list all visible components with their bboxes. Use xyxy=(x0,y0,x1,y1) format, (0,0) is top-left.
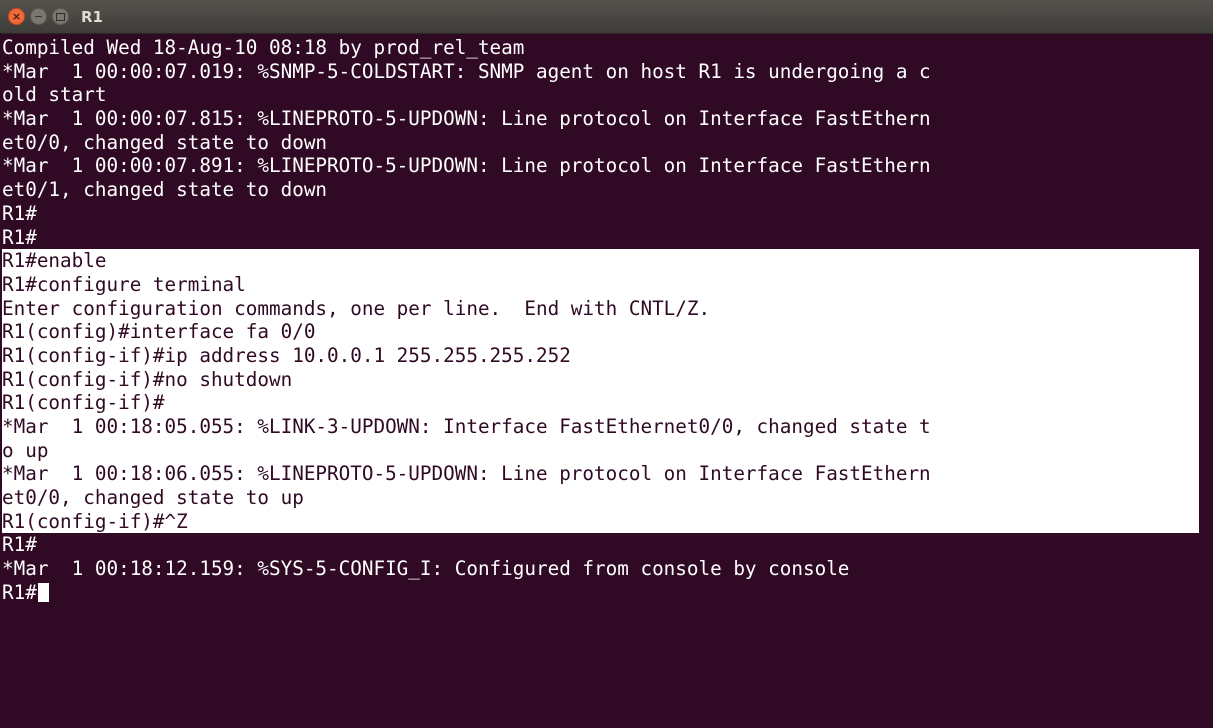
title-bar: × − R1 xyxy=(0,0,1213,34)
terminal-line: R1(config-if)#no shutdown xyxy=(2,367,293,391)
terminal-line: R1#configure terminal xyxy=(2,272,246,296)
selected-text-region[interactable]: R1#enable R1#configure terminal Enter conf… xyxy=(2,249,1199,534)
terminal-line: R1(config-if)#^Z xyxy=(2,509,188,533)
terminal-line: R1# xyxy=(2,201,37,225)
minimize-icon: − xyxy=(33,10,44,23)
close-icon: × xyxy=(11,10,22,23)
recent-output: R1# *Mar 1 00:18:12.159: %SYS-5-CONFIG_I:… xyxy=(2,533,1213,580)
terminal-line: o up xyxy=(2,438,49,462)
terminal-line: old start xyxy=(2,83,107,107)
terminal-line: Enter configuration commands, one per li… xyxy=(2,296,711,320)
text-cursor xyxy=(37,582,49,602)
terminal-line: *Mar 1 00:00:07.019: %SNMP-5-COLDSTART: … xyxy=(2,59,931,83)
terminal-line: et0/1, changed state to down xyxy=(2,178,328,202)
terminal-line: R1(config)#interface fa 0/0 xyxy=(2,320,316,344)
shell-prompt: R1# xyxy=(2,580,37,604)
terminal-line: et0/0, changed state to up xyxy=(2,486,304,510)
terminal-line: *Mar 1 00:18:12.159: %SYS-5-CONFIG_I: Co… xyxy=(2,557,850,581)
terminal-line: R1#enable xyxy=(2,249,107,273)
terminal-output[interactable]: Compiled Wed 18-Aug-10 08:18 by prod_rel… xyxy=(0,34,1213,605)
terminal-line: *Mar 1 00:18:05.055: %LINK-3-UPDOWN: Int… xyxy=(2,415,931,438)
minimize-window-button[interactable]: − xyxy=(30,8,47,25)
terminal-line: R1(config-if)#ip address 10.0.0.1 255.25… xyxy=(2,343,571,367)
terminal-line: *Mar 1 00:18:06.055: %LINEPROTO-5-UPDOWN… xyxy=(2,462,931,486)
terminal-line: R1(config-if)# xyxy=(2,391,165,415)
terminal-line: Compiled Wed 18-Aug-10 08:18 by prod_rel… xyxy=(2,36,525,59)
close-window-button[interactable]: × xyxy=(8,8,25,25)
window-title: R1 xyxy=(81,7,103,26)
terminal-line: R1# xyxy=(2,225,37,249)
maximize-icon xyxy=(56,12,65,21)
maximize-window-button[interactable] xyxy=(52,8,69,25)
scrollback-output: Compiled Wed 18-Aug-10 08:18 by prod_rel… xyxy=(2,36,1213,249)
command-prompt-line[interactable]: R1# xyxy=(2,581,1213,605)
terminal-line: R1# xyxy=(2,533,37,557)
terminal-line: *Mar 1 00:00:07.815: %LINEPROTO-5-UPDOWN… xyxy=(2,107,931,131)
terminal-line: et0/0, changed state to down xyxy=(2,130,328,154)
terminal-window: × − R1 Compiled Wed 18-Aug-10 08:18 by p… xyxy=(0,0,1213,728)
terminal-line: *Mar 1 00:00:07.891: %LINEPROTO-5-UPDOWN… xyxy=(2,154,931,178)
